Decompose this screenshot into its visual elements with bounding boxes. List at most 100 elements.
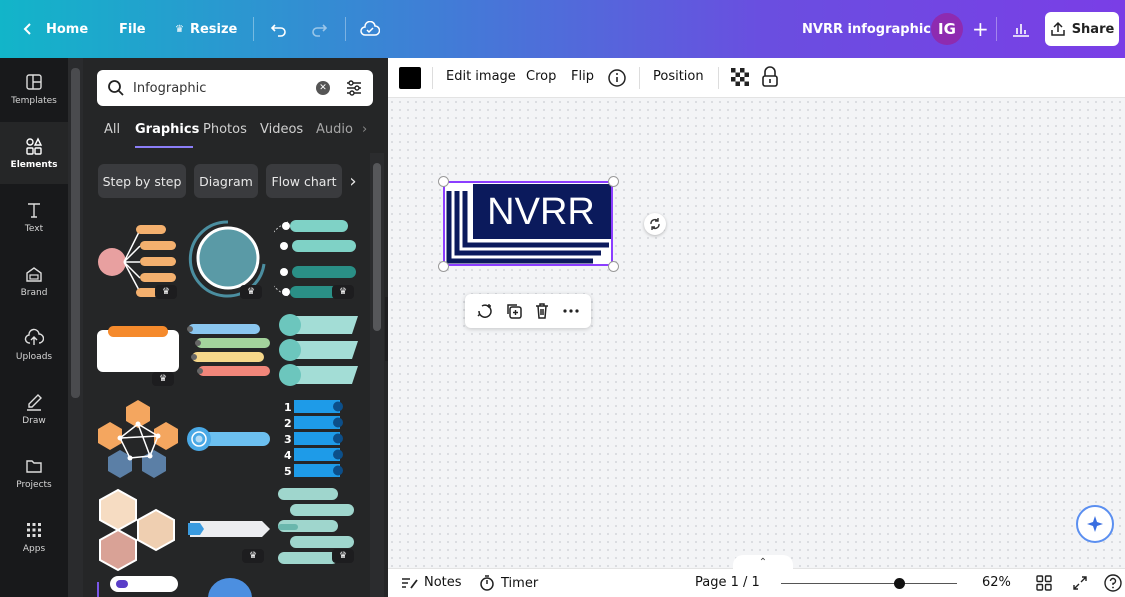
zoom-level[interactable]: 62% xyxy=(982,575,1011,590)
flip-button[interactable]: Flip xyxy=(571,69,594,84)
search-input[interactable] xyxy=(133,78,303,98)
rail-item-draw[interactable]: Draw xyxy=(0,378,68,440)
undo-icon xyxy=(270,24,286,37)
magic-assistant-button[interactable] xyxy=(1076,505,1114,543)
redo-icon xyxy=(312,24,328,37)
info-icon[interactable] xyxy=(607,68,627,88)
chip-step-by-step[interactable]: Step by step xyxy=(98,164,186,198)
chevron-left-icon xyxy=(23,23,31,35)
rail-label: Draw xyxy=(22,416,46,426)
filter-icon[interactable] xyxy=(345,79,363,97)
page-indicator[interactable]: Page 1 / 1 xyxy=(695,575,760,590)
rail-label: Templates xyxy=(11,96,57,106)
resize-handle-bottom-right[interactable] xyxy=(608,261,619,272)
share-label: Share xyxy=(1071,21,1115,37)
redo-button[interactable] xyxy=(310,0,328,58)
home-label: Home xyxy=(46,21,89,37)
position-button[interactable]: Position xyxy=(653,69,704,84)
help-icon[interactable] xyxy=(1104,574,1122,592)
result-hexagon-cluster-graphic[interactable] xyxy=(96,488,182,572)
cloud-save-button[interactable] xyxy=(360,0,380,58)
result-arrow-bar-graphic[interactable] xyxy=(186,518,272,540)
pages-toggle[interactable]: ⌃ xyxy=(733,555,793,569)
comment-add-icon[interactable] xyxy=(476,302,494,320)
list-number: 5 xyxy=(284,465,292,478)
tab-audio[interactable]: Audio xyxy=(316,122,353,137)
share-button[interactable]: Share xyxy=(1045,12,1119,46)
rail-item-templates[interactable]: Templates xyxy=(0,58,68,120)
rail-item-uploads[interactable]: Uploads xyxy=(0,314,68,376)
clear-search-icon[interactable]: ✕ xyxy=(316,81,330,95)
duplicate-icon[interactable] xyxy=(505,302,523,320)
result-numbered-list-graphic[interactable]: 1 2 3 4 5 xyxy=(282,398,346,482)
lock-icon[interactable] xyxy=(761,66,779,88)
rail-item-projects[interactable]: Projects xyxy=(0,442,68,504)
rail-label: Brand xyxy=(20,288,48,298)
more-options-icon[interactable] xyxy=(562,302,580,320)
search-icon xyxy=(108,80,124,96)
zoom-slider-knob[interactable] xyxy=(894,578,905,589)
tab-photos[interactable]: Photos xyxy=(203,122,247,137)
notes-button[interactable]: Notes xyxy=(401,575,462,590)
elements-icon xyxy=(26,137,43,155)
insights-button[interactable] xyxy=(1012,0,1030,58)
home-button[interactable]: Home xyxy=(22,0,88,58)
rail-item-brand[interactable]: Brand xyxy=(0,250,68,312)
zoom-slider[interactable] xyxy=(781,583,957,584)
text-icon xyxy=(28,203,40,218)
timer-button[interactable]: Timer xyxy=(479,575,538,591)
tab-videos[interactable]: Videos xyxy=(260,122,303,137)
result-banner-steps-graphic[interactable] xyxy=(274,314,360,388)
result-slider-graphic[interactable] xyxy=(94,574,182,597)
premium-crown-icon: ♛ xyxy=(332,549,354,563)
chips-next-arrow-icon[interactable]: › xyxy=(346,164,360,198)
file-menu-button[interactable]: File xyxy=(119,0,146,58)
edit-image-button[interactable]: Edit image xyxy=(446,69,516,84)
premium-crown-icon: ♛ xyxy=(152,372,174,386)
rail-item-apps[interactable]: Apps xyxy=(0,506,68,568)
result-progress-pill-graphic[interactable] xyxy=(186,424,272,454)
rail-label: Elements xyxy=(10,160,58,170)
rail-item-elements[interactable]: Elements xyxy=(0,122,68,184)
result-hexagon-network-graphic[interactable] xyxy=(96,398,182,482)
document-title[interactable]: NVRR infographic xyxy=(802,0,931,58)
panel-scrollbar[interactable] xyxy=(68,58,83,597)
result-sphere-graphic[interactable] xyxy=(206,576,254,597)
resize-handle-top-left[interactable] xyxy=(438,176,449,187)
templates-icon xyxy=(26,74,42,90)
tab-all[interactable]: All xyxy=(104,122,120,137)
undo-button[interactable] xyxy=(270,0,288,58)
list-number: 2 xyxy=(284,417,292,430)
result-color-bars-graphic[interactable] xyxy=(186,322,274,380)
grid-view-icon[interactable] xyxy=(1036,575,1052,591)
crop-button[interactable]: Crop xyxy=(526,69,556,84)
timer-icon xyxy=(480,575,494,591)
list-number: 3 xyxy=(284,433,292,446)
chevron-right-icon[interactable]: › xyxy=(362,122,367,137)
resize-handle-bottom-left[interactable] xyxy=(438,261,449,272)
fullscreen-icon[interactable] xyxy=(1072,575,1088,591)
trash-icon[interactable] xyxy=(533,302,551,320)
context-toolbar: Edit image Crop Flip Position xyxy=(388,58,1125,98)
resize-button[interactable]: ♛ Resize xyxy=(175,0,237,58)
bottom-bar: ⌃ Notes Timer Page 1 / 1 62% xyxy=(388,555,1125,597)
results-scrollbar[interactable] xyxy=(370,153,384,597)
elements-panel: ✕ All Graphics Photos Videos Audio › Ste… xyxy=(68,58,388,597)
timer-label: Timer xyxy=(501,575,539,591)
chip-flow-chart[interactable]: Flow chart xyxy=(266,164,342,198)
color-swatch[interactable] xyxy=(399,67,421,89)
crown-icon: ♛ xyxy=(175,23,184,35)
tab-graphics[interactable]: Graphics xyxy=(135,122,199,137)
rail-label: Apps xyxy=(22,544,46,554)
avatar[interactable]: IG xyxy=(931,13,963,45)
resize-handle-top-right[interactable] xyxy=(608,176,619,187)
draw-icon xyxy=(27,394,42,411)
transparency-icon[interactable] xyxy=(731,68,749,86)
rail-item-text[interactable]: Text xyxy=(0,186,68,248)
add-collaborator-button[interactable]: + xyxy=(972,0,989,58)
apps-icon xyxy=(27,523,41,537)
rotate-handle[interactable] xyxy=(644,213,666,235)
chip-diagram[interactable]: Diagram xyxy=(194,164,258,198)
design-canvas[interactable] xyxy=(388,98,1125,568)
rail-label: Projects xyxy=(16,480,52,490)
